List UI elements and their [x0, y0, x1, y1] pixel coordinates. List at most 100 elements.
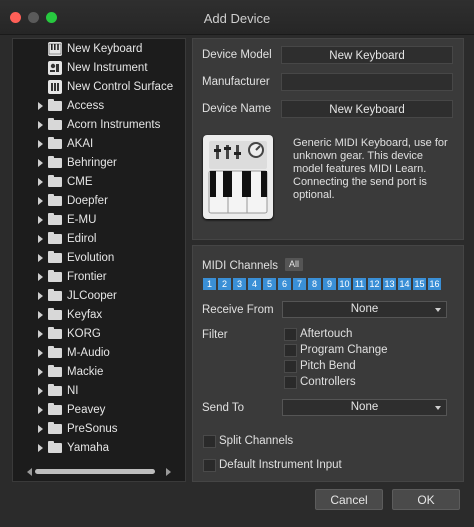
all-channels-button[interactable]: All: [285, 258, 303, 271]
tree-folder-ni[interactable]: NI: [13, 383, 185, 401]
midi-channel-toggle[interactable]: 13: [383, 278, 396, 290]
cancel-button[interactable]: Cancel: [315, 489, 383, 510]
program-change-label: Program Change: [300, 344, 388, 356]
tree-folder-keyfax[interactable]: Keyfax: [13, 307, 185, 325]
tree-item-new-instrument[interactable]: New Instrument: [13, 60, 185, 78]
ok-button[interactable]: OK: [392, 489, 460, 510]
tree-folder-peavey[interactable]: Peavey: [13, 402, 185, 420]
folder-icon: [48, 99, 62, 111]
expand-arrow-icon[interactable]: [38, 178, 43, 186]
midi-channel-toggle[interactable]: 4: [248, 278, 261, 290]
midi-channel-toggle[interactable]: 1: [203, 278, 216, 290]
chevron-down-icon: [435, 308, 441, 312]
receive-from-select[interactable]: None: [282, 301, 447, 318]
scroll-left-icon[interactable]: [27, 468, 32, 476]
expand-arrow-icon[interactable]: [38, 311, 43, 319]
expand-arrow-icon[interactable]: [38, 273, 43, 281]
midi-channel-toggle[interactable]: 11: [353, 278, 366, 290]
split-channels-checkbox[interactable]: [203, 435, 216, 448]
device-tree: New Keyboard New Instrument New Control …: [12, 38, 186, 482]
pitch-bend-checkbox[interactable]: [284, 360, 297, 373]
device-name-field[interactable]: New Keyboard: [281, 100, 453, 118]
tree-folder-frontier[interactable]: Frontier: [13, 269, 185, 287]
folder-icon: [48, 175, 62, 187]
expand-arrow-icon[interactable]: [38, 425, 43, 433]
horizontal-scrollbar[interactable]: [35, 469, 155, 474]
program-change-checkbox[interactable]: [284, 344, 297, 357]
tree-folder-access[interactable]: Access: [13, 98, 185, 116]
chevron-down-icon: [435, 406, 441, 410]
folder-label: Edirol: [67, 233, 97, 245]
expand-arrow-icon[interactable]: [38, 254, 43, 262]
midi-channel-toggle[interactable]: 9: [323, 278, 336, 290]
folder-label: Frontier: [67, 271, 107, 283]
expand-arrow-icon[interactable]: [38, 349, 43, 357]
midi-channel-toggle[interactable]: 6: [278, 278, 291, 290]
add-device-window: Add Device New Keyboard New Instrument N…: [0, 0, 474, 527]
device-model-field[interactable]: New Keyboard: [281, 46, 453, 64]
controllers-checkbox[interactable]: [284, 376, 297, 389]
midi-channel-toggle[interactable]: 12: [368, 278, 381, 290]
send-to-select[interactable]: None: [282, 399, 447, 416]
tree-folder-presonus[interactable]: PreSonus: [13, 421, 185, 439]
expand-arrow-icon[interactable]: [38, 197, 43, 205]
expand-arrow-icon[interactable]: [38, 140, 43, 148]
manufacturer-field[interactable]: [281, 73, 453, 91]
folder-label: PreSonus: [67, 423, 118, 435]
midi-channel-toggle[interactable]: 16: [428, 278, 441, 290]
midi-channel-toggle[interactable]: 2: [218, 278, 231, 290]
aftertouch-checkbox[interactable]: [284, 328, 297, 341]
expand-arrow-icon[interactable]: [38, 387, 43, 395]
tree-folder-m-audio[interactable]: M-Audio: [13, 345, 185, 363]
folder-icon: [48, 137, 62, 149]
expand-arrow-icon[interactable]: [38, 368, 43, 376]
folder-icon: [48, 441, 62, 453]
midi-channel-toggle[interactable]: 8: [308, 278, 321, 290]
tree-folder-edirol[interactable]: Edirol: [13, 231, 185, 249]
expand-arrow-icon[interactable]: [38, 235, 43, 243]
midi-channel-toggle[interactable]: 10: [338, 278, 351, 290]
tree-folder-korg[interactable]: KORG: [13, 326, 185, 344]
default-instrument-input-checkbox[interactable]: [203, 459, 216, 472]
split-channels-label: Split Channels: [219, 435, 294, 447]
tree-item-label: New Instrument: [67, 62, 148, 74]
tree-folder-e-mu[interactable]: E-MU: [13, 212, 185, 230]
tree-folder-acorn-instruments[interactable]: Acorn Instruments: [13, 117, 185, 135]
expand-arrow-icon[interactable]: [38, 406, 43, 414]
title-bar: Add Device: [0, 0, 474, 35]
tree-item-label: New Keyboard: [67, 43, 143, 55]
tree-folder-jlcooper[interactable]: JLCooper: [13, 288, 185, 306]
expand-arrow-icon[interactable]: [38, 444, 43, 452]
tree-folder-evolution[interactable]: Evolution: [13, 250, 185, 268]
folder-label: M-Audio: [67, 347, 110, 359]
expand-arrow-icon[interactable]: [38, 159, 43, 167]
folder-label: Peavey: [67, 404, 106, 416]
send-to-value: None: [350, 401, 379, 413]
midi-channel-toggle[interactable]: 14: [398, 278, 411, 290]
tree-item-new-control-surface[interactable]: New Control Surface: [13, 79, 185, 97]
folder-label: JLCooper: [67, 290, 117, 302]
midi-channel-toggle[interactable]: 3: [233, 278, 246, 290]
expand-arrow-icon[interactable]: [38, 330, 43, 338]
device-name-label: Device Name: [202, 103, 272, 115]
midi-channel-toggle[interactable]: 7: [293, 278, 306, 290]
folder-icon: [48, 194, 62, 206]
tree-folder-yamaha[interactable]: Yamaha: [13, 440, 185, 458]
expand-arrow-icon[interactable]: [38, 292, 43, 300]
midi-channel-toggle[interactable]: 5: [263, 278, 276, 290]
tree-folder-cme[interactable]: CME: [13, 174, 185, 192]
instrument-icon: [48, 61, 62, 75]
tree-item-new-keyboard[interactable]: New Keyboard: [13, 41, 185, 59]
folder-label: Keyfax: [67, 309, 103, 321]
expand-arrow-icon[interactable]: [38, 216, 43, 224]
folder-icon: [48, 422, 62, 434]
tree-folder-doepfer[interactable]: Doepfer: [13, 193, 185, 211]
tree-folder-mackie[interactable]: Mackie: [13, 364, 185, 382]
expand-arrow-icon[interactable]: [38, 102, 43, 110]
scroll-right-icon[interactable]: [166, 468, 171, 476]
midi-channel-toggle[interactable]: 15: [413, 278, 426, 290]
folder-label: NI: [67, 385, 79, 397]
tree-folder-behringer[interactable]: Behringer: [13, 155, 185, 173]
tree-folder-akai[interactable]: AKAI: [13, 136, 185, 154]
expand-arrow-icon[interactable]: [38, 121, 43, 129]
